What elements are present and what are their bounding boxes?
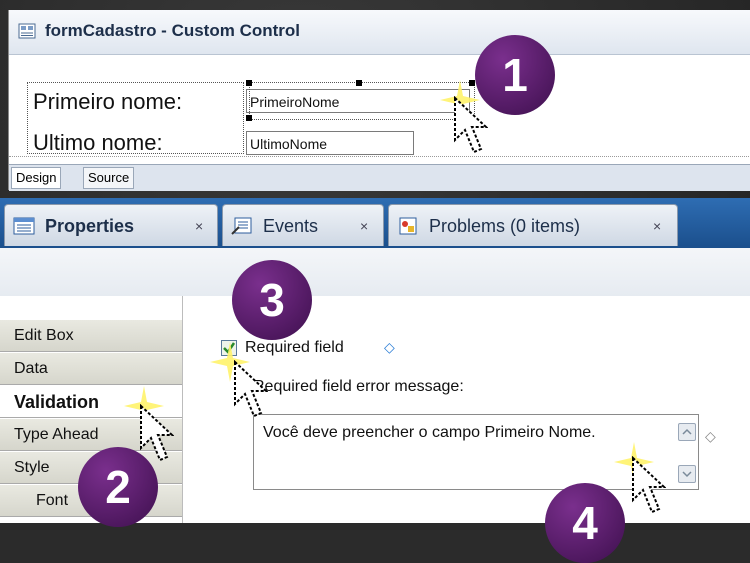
view-tab-bar: Properties × Events × Problems (0 items)… [0, 198, 750, 248]
sidebar-item-edit-box[interactable]: Edit Box [0, 319, 182, 352]
mouse-pointer-icon [234, 360, 268, 418]
label-primeiro-nome: Primeiro nome: [33, 89, 183, 114]
editor-title: formCadastro - Custom Control [45, 21, 300, 40]
panel-header-band [0, 248, 750, 296]
editor-title-bar: formCadastro - Custom Control [9, 10, 750, 55]
mouse-pointer-icon [454, 96, 488, 154]
scroll-up-icon[interactable] [678, 423, 696, 441]
tab-properties[interactable]: Properties × [4, 204, 218, 246]
computed-value-diamond-icon[interactable]: ◇ [384, 339, 395, 356]
mouse-pointer-icon [632, 456, 666, 514]
tab-events[interactable]: Events × [222, 204, 384, 246]
close-icon[interactable]: × [360, 218, 368, 234]
callout-badge-3: 3 [232, 260, 312, 340]
tab-design[interactable]: Design [11, 167, 62, 189]
tab-source[interactable]: Source [83, 167, 135, 189]
xpage-editor: formCadastro - Custom Control Primeiro n… [8, 10, 750, 191]
close-icon[interactable]: × [653, 218, 661, 234]
properties-icon [13, 217, 35, 235]
error-message-value: Você deve preencher o campo Primeiro Nom… [263, 424, 596, 441]
callout-badge-4: 4 [545, 483, 625, 563]
selection-handle[interactable] [246, 80, 252, 86]
selection-handle[interactable] [356, 80, 362, 86]
tab-problems-label: Problems (0 items) [429, 216, 581, 236]
editor-mode-tabs: Design Source [9, 164, 750, 191]
error-message-label: Required field error message: [253, 378, 464, 395]
canvas-divider [9, 156, 750, 158]
computed-value-diamond-icon[interactable]: ◇ [705, 428, 716, 445]
selection-handle[interactable] [246, 115, 252, 121]
required-field-label: Required field [245, 339, 344, 356]
ultimo-nome-editbox[interactable]: UltimoNome [246, 131, 414, 155]
label-ultimo-nome: Ultimo nome: [33, 130, 163, 155]
mouse-pointer-icon [140, 404, 174, 462]
close-icon[interactable]: × [195, 218, 203, 234]
scroll-down-icon[interactable] [678, 465, 696, 483]
design-canvas[interactable]: Primeiro nome: Ultimo nome: PrimeiroNome… [9, 55, 750, 164]
problems-icon [399, 217, 417, 235]
tab-events-label: Events [263, 216, 319, 236]
tab-properties-label: Properties [45, 216, 135, 236]
tab-problems[interactable]: Problems (0 items) × [388, 204, 678, 246]
sidebar-item-data[interactable]: Data [0, 352, 182, 385]
custom-control-icon [18, 23, 36, 39]
events-icon [231, 217, 252, 235]
